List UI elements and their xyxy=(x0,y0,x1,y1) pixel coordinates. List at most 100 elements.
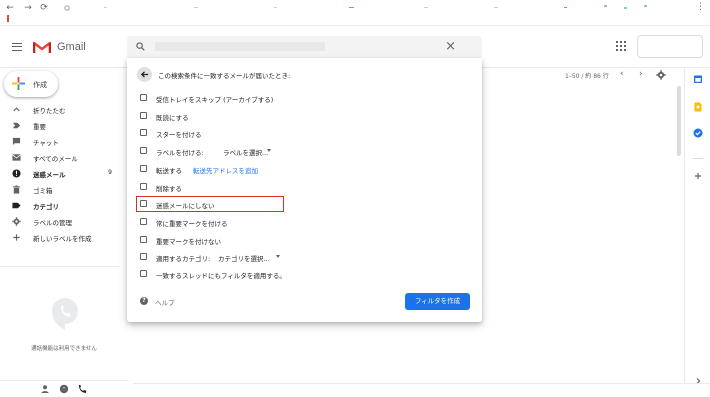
chevron-right-icon[interactable]: › xyxy=(639,69,643,79)
checkbox[interactable] xyxy=(140,218,147,225)
person-icon[interactable] xyxy=(40,384,50,394)
back-button[interactable] xyxy=(137,67,152,82)
option-label: 適用するカテゴリ: xyxy=(156,255,211,263)
option-label: 重要マークを付けない xyxy=(156,238,221,246)
option-never-important[interactable]: 重要マークを付けない xyxy=(140,233,470,247)
sidebar-item-label: ラベルの管理 xyxy=(33,219,72,227)
checkbox[interactable] xyxy=(140,270,147,277)
checkbox[interactable] xyxy=(140,183,147,190)
option-apply-label[interactable]: ラベルを付ける: ラベルを選択... xyxy=(140,144,470,158)
create-filter-button[interactable]: フィルタを作成 xyxy=(405,293,470,310)
search-icon[interactable] xyxy=(136,42,145,51)
option-label: 転送する xyxy=(156,167,182,175)
browser-toolbar: ← → ⟳ ⋮ xyxy=(0,0,710,26)
option-label: 削除する xyxy=(156,185,182,193)
option-mark-as-read[interactable]: 既読にする xyxy=(140,109,470,123)
chevron-left-icon[interactable]: ‹ xyxy=(620,69,624,79)
sidebar-item-important[interactable]: 重要 xyxy=(0,118,128,133)
sidebar-item-manage-labels[interactable]: ラベルの管理 xyxy=(0,214,128,229)
checkbox[interactable] xyxy=(140,94,147,101)
help-link[interactable]: ヘルプ xyxy=(155,297,175,307)
list-toolbar: 1–50 / 約 86 行 ‹ › xyxy=(482,68,678,84)
sidebar-item-trash[interactable]: ゴミ箱 xyxy=(0,182,128,197)
checkbox[interactable] xyxy=(140,236,147,243)
option-label: 受信トレイをスキップ (アーカイブする) xyxy=(156,96,274,104)
sidebar-footer: " xyxy=(0,380,128,397)
settings-gear-icon[interactable] xyxy=(656,70,666,80)
phone-icon[interactable] xyxy=(77,384,87,394)
plus-icon xyxy=(13,234,20,241)
sidebar-item-label: 重要 xyxy=(33,123,46,131)
forward-arrow-icon[interactable]: → xyxy=(22,2,34,14)
chat-icon xyxy=(12,137,21,146)
compose-button[interactable]: 作成 xyxy=(4,71,58,97)
browser-menu-icon[interactable]: ⋮ xyxy=(696,2,705,14)
gmail-logo-icon[interactable] xyxy=(33,41,51,54)
sidebar-item-label: 迷惑メール xyxy=(33,171,66,179)
sidebar-divider xyxy=(0,266,120,267)
dropdown-arrow-icon[interactable] xyxy=(267,149,271,152)
option-delete[interactable]: 削除する xyxy=(140,180,470,194)
label-icon xyxy=(12,202,21,209)
trash-icon xyxy=(12,185,21,194)
gmail-wordmark: Gmail xyxy=(57,41,86,53)
keep-icon[interactable] xyxy=(693,102,703,112)
help-icon[interactable]: ? xyxy=(140,297,148,305)
all-mail-icon xyxy=(12,154,21,161)
hangouts-status-text: 通話機能は利用できません xyxy=(31,346,97,352)
sidebar-item-label: カテゴリ xyxy=(33,203,59,211)
tasks-icon[interactable] xyxy=(693,128,703,138)
scroll-thumb[interactable] xyxy=(677,86,681,156)
search-input[interactable] xyxy=(155,42,325,51)
bottom-status-strip xyxy=(133,383,710,397)
checkbox[interactable] xyxy=(140,129,147,136)
sidebar-item-spam[interactable]: 迷惑メール 9 xyxy=(0,166,128,181)
option-skip-inbox[interactable]: 受信トレイをスキップ (アーカイブする) xyxy=(140,91,470,105)
popup-title: この検索条件に一致するメールが届いたとき: xyxy=(158,72,291,80)
sidebar-item-categories[interactable]: カテゴリ xyxy=(0,198,128,213)
category-select[interactable]: カテゴリを選択... xyxy=(218,253,270,263)
arrow-back-icon xyxy=(140,71,149,78)
option-categorize[interactable]: 適用するカテゴリ: カテゴリを選択... xyxy=(140,250,470,264)
hangouts-chat-icon[interactable]: " xyxy=(59,384,69,394)
sidebar-item-create-label[interactable]: 新しいラベルを作成 xyxy=(0,230,128,245)
apps-grid-icon[interactable] xyxy=(616,41,626,51)
list-scrollbar[interactable] xyxy=(676,86,682,376)
address-bar[interactable] xyxy=(56,2,676,14)
account-button[interactable] xyxy=(637,35,703,58)
reload-icon[interactable]: ⟳ xyxy=(38,2,50,14)
checkbox[interactable] xyxy=(140,165,147,172)
gear-icon xyxy=(12,217,21,226)
option-label: 一致するスレッドにもフィルタを適用する。 xyxy=(156,272,286,280)
side-panel-divider xyxy=(693,158,703,159)
option-always-important[interactable]: 常に重要マークを付ける xyxy=(140,215,470,229)
sidebar-item-label: ゴミ箱 xyxy=(33,187,53,195)
checkbox[interactable] xyxy=(140,253,147,260)
compose-label: 作成 xyxy=(33,81,47,89)
side-panel xyxy=(684,68,710,384)
option-star[interactable]: スターを付ける xyxy=(140,126,470,140)
sidebar-item-label: すべてのメール xyxy=(33,155,78,163)
filter-options-popup: この検索条件に一致するメールが届いたとき: 受信トレイをスキップ (アーカイブす… xyxy=(127,58,482,322)
add-addon-icon[interactable] xyxy=(693,171,703,181)
add-forwarding-address-link[interactable]: 転送先アドレスを追加 xyxy=(193,165,258,175)
option-apply-to-matching[interactable]: 一致するスレッドにもフィルタを適用する。 xyxy=(140,267,470,281)
option-forward[interactable]: 転送する 転送先アドレスを追加 xyxy=(140,162,470,176)
address-bar-faded-text xyxy=(64,5,647,11)
label-select[interactable]: ラベルを選択... xyxy=(223,147,268,157)
calendar-icon[interactable] xyxy=(693,74,703,84)
highlight-annotation xyxy=(136,196,284,212)
checkbox[interactable] xyxy=(140,112,147,119)
sidebar-item-all-mail[interactable]: すべてのメール xyxy=(0,150,128,165)
back-arrow-icon[interactable]: ← xyxy=(4,2,16,14)
sidebar-item-chat[interactable]: チャット xyxy=(0,134,128,149)
dropdown-arrow-icon[interactable] xyxy=(276,255,280,258)
svg-text:": " xyxy=(63,387,65,393)
checkbox[interactable] xyxy=(140,147,147,154)
sidebar-item-label: 新しいラベルを作成 xyxy=(33,235,92,243)
important-icon xyxy=(12,122,21,129)
close-icon[interactable]: × xyxy=(445,39,456,54)
main-menu-icon[interactable] xyxy=(12,43,22,51)
search-bar[interactable]: × xyxy=(127,36,482,58)
sidebar-item-collapse[interactable]: 折りたたむ xyxy=(0,102,128,117)
